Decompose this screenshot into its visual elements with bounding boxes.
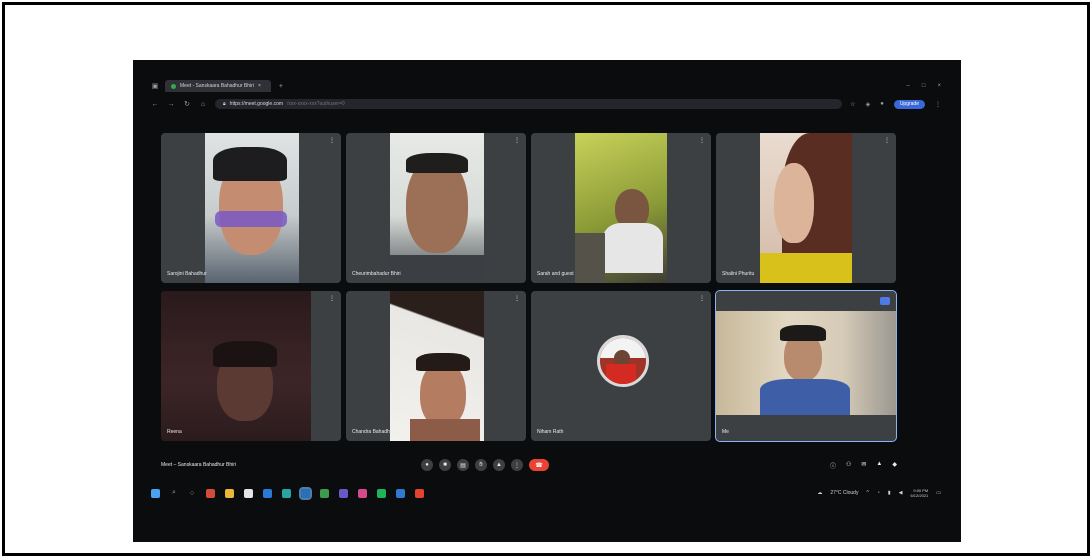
url-path: /xxx-xxxx-xxx?authuser=0 [287, 101, 345, 107]
weather-text[interactable]: 27°C Cloudy [830, 490, 858, 496]
battery-icon[interactable]: ▮ [888, 490, 891, 496]
maximize-icon[interactable]: □ [922, 83, 926, 89]
people-icon[interactable]: ⚇ [846, 461, 851, 470]
participant-name: Niham Rath [537, 429, 564, 435]
new-tab-icon[interactable]: + [277, 83, 285, 90]
home-icon[interactable]: ⌂ [199, 101, 207, 108]
activities-icon[interactable]: ▲ [876, 461, 882, 470]
screen: ▣ Meet - Sanskaara Bahadhur Bhiri × + – … [133, 60, 961, 542]
speaking-indicator-icon [880, 297, 890, 305]
file-explorer-icon[interactable] [225, 488, 234, 498]
participant-name: Chandra Bahadhur [352, 429, 395, 435]
search-icon[interactable]: ⌕ [170, 489, 178, 497]
info-icon[interactable]: ⓘ [830, 461, 836, 470]
chat-icon[interactable]: ✉︎ [861, 461, 866, 470]
forward-icon[interactable]: → [167, 101, 175, 108]
participant-video [390, 291, 484, 441]
participant-name: Cheurimbahadur Bhiri [352, 271, 401, 277]
participant-video [716, 311, 896, 415]
participant-grid: ⋮ Sarojini Bahadhur ⋮ Cheurimbahadur Bhi… [161, 133, 897, 443]
window-menu-icon[interactable]: ▣ [151, 82, 159, 90]
participant-name: Me [722, 429, 729, 435]
participant-tile[interactable]: ⋮ Shalini Phuritu [716, 133, 896, 283]
browser-toolbar: ← → ↻ ⌂ 🔒︎ https://meet.google.com /xxx-… [151, 96, 941, 112]
mail-icon[interactable] [263, 488, 272, 498]
app-icon[interactable] [377, 488, 386, 498]
participant-name: Shalini Phuritu [722, 271, 755, 277]
participant-avatar [597, 335, 649, 387]
taskbar: ⌕ ○ ☁︎ 27°C Cloudy ^ ◔ ▮ ◀ 9:00 PM 6/12/… [151, 484, 941, 502]
volume-icon[interactable]: ◀ [899, 490, 903, 496]
more-options-icon[interactable]: ⋮ [884, 137, 890, 144]
browser-menu-icon[interactable]: ⋮ [935, 101, 941, 108]
microphone-icon[interactable]: ● [421, 459, 433, 471]
meeting-controls-bar: Meet – Sanskaara Bahadhur Bhiri ● ■ ▤ ✋︎… [161, 456, 897, 474]
more-options-icon[interactable]: ⋮ [514, 295, 520, 302]
participant-tile[interactable]: ⋮ Sarah and guest [531, 133, 711, 283]
profile-avatar-icon[interactable]: ● [880, 101, 884, 107]
more-options-icon[interactable]: ⋮ [511, 459, 523, 471]
more-options-icon[interactable]: ⋮ [329, 295, 335, 302]
clock[interactable]: 9:00 PM 6/12/2021 [910, 488, 928, 498]
meeting-title: Meet – Sanskaara Bahadhur Bhiri [161, 462, 237, 468]
browser-tab-meet[interactable]: Meet - Sanskaara Bahadhur Bhiri × [165, 80, 271, 92]
participant-video [575, 133, 667, 283]
raise-hand-icon[interactable]: ✋︎ [475, 459, 487, 471]
participant-video [205, 133, 299, 283]
start-icon[interactable] [151, 488, 160, 498]
system-tray: ☁︎ 27°C Cloudy ^ ◔ ▮ ◀ 9:00 PM 6/12/2021… [817, 488, 941, 498]
present-icon[interactable]: ▲ [493, 459, 505, 471]
clock-date: 6/12/2021 [910, 493, 929, 498]
reload-icon[interactable]: ↻ [183, 100, 191, 108]
browser-tab-bar: ▣ Meet - Sanskaara Bahadhur Bhiri × + – … [151, 78, 941, 94]
participant-tile-self[interactable]: Me [715, 290, 897, 442]
close-tab-icon[interactable]: × [258, 83, 261, 89]
participant-tile[interactable]: ⋮ Chandra Bahadhur [346, 291, 526, 441]
image-frame: ▣ Meet - Sanskaara Bahadhur Bhiri × + – … [2, 2, 1090, 556]
tab-title: Meet - Sanskaara Bahadhur Bhiri [180, 83, 254, 89]
participant-tile[interactable]: ⋮ Niham Rath [531, 291, 711, 441]
more-options-icon[interactable]: ⋮ [699, 137, 705, 144]
app-icon[interactable] [396, 488, 405, 498]
participant-tile[interactable]: ⋮ Cheurimbahadur Bhiri [346, 133, 526, 283]
minimize-icon[interactable]: – [907, 83, 910, 89]
close-window-icon[interactable]: × [937, 83, 941, 89]
meet-favicon-icon [171, 83, 176, 89]
chevron-up-icon[interactable]: ^ [866, 490, 868, 496]
store-icon[interactable] [244, 488, 253, 498]
address-bar[interactable]: 🔒︎ https://meet.google.com /xxx-xxxx-xxx… [215, 99, 843, 109]
lock-icon: 🔒︎ [223, 101, 226, 107]
chrome-icon[interactable] [299, 486, 312, 500]
participant-name: Reena [167, 429, 182, 435]
more-options-icon[interactable]: ⋮ [514, 137, 520, 144]
edge-icon[interactable] [282, 488, 291, 498]
app-icon[interactable] [206, 488, 215, 498]
weather-icon[interactable]: ☁︎ [817, 490, 822, 496]
url-host: https://meet.google.com [229, 101, 284, 107]
participant-tile[interactable]: ⋮ Reena [161, 291, 341, 441]
app-icon[interactable] [415, 488, 424, 498]
participant-name: Sarojini Bahadhur [167, 271, 207, 277]
participant-name: Sarah and guest [537, 271, 574, 277]
profile-button[interactable]: Upgrade [893, 99, 925, 109]
notifications-icon[interactable]: ▭ [936, 490, 941, 496]
back-icon[interactable]: ← [151, 101, 159, 108]
more-options-icon[interactable]: ⋮ [329, 137, 335, 144]
app-icon[interactable] [358, 488, 367, 498]
leave-call-button[interactable]: ☎︎ [529, 459, 549, 471]
app-icon[interactable] [339, 488, 348, 498]
bookmark-star-icon[interactable]: ☆ [850, 101, 855, 108]
app-icon[interactable] [320, 488, 329, 498]
extensions-icon[interactable]: ◈ [866, 101, 871, 108]
more-options-icon[interactable]: ⋮ [699, 295, 705, 302]
captions-icon[interactable]: ▤ [457, 459, 469, 471]
camera-icon[interactable]: ■ [439, 459, 451, 471]
participant-video [760, 133, 852, 283]
participant-video [161, 291, 311, 441]
participant-tile[interactable]: ⋮ Sarojini Bahadhur [161, 133, 341, 283]
task-view-icon[interactable]: ○ [188, 490, 196, 497]
network-icon[interactable]: ◔ [877, 490, 880, 496]
participant-video [390, 133, 484, 283]
lock-icon[interactable]: ◆ [892, 461, 897, 470]
